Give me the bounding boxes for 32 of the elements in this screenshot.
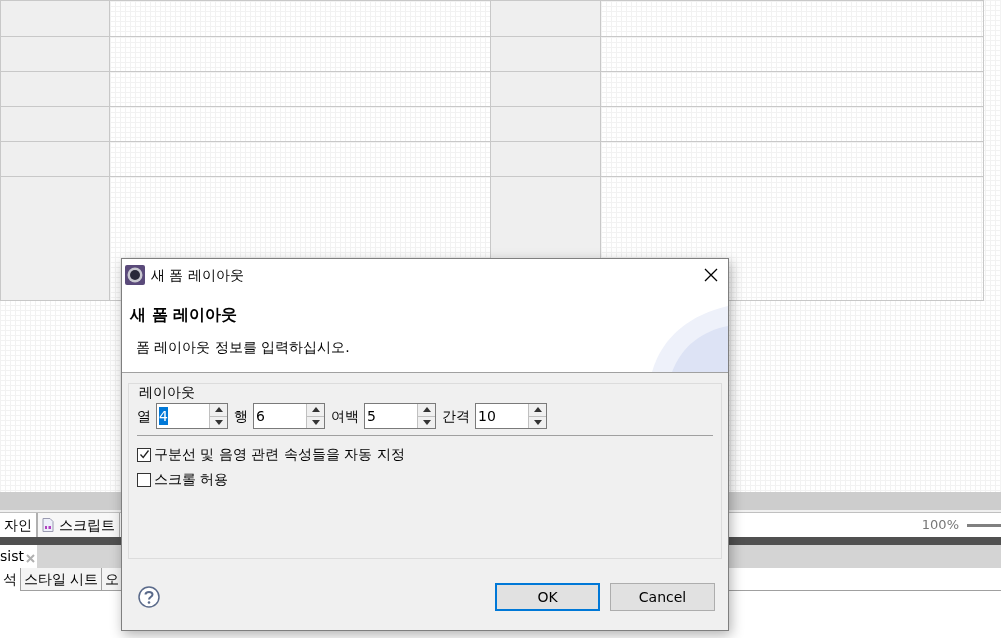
zoom-reading: 100% [921,516,959,535]
spinner-label: 열 [137,406,151,426]
sub-tab[interactable]: 스타일 시트 [21,568,103,591]
dialog-button[interactable]: OK [495,583,600,611]
checkbox[interactable] [137,447,151,462]
number-spinner[interactable]: 10 [475,403,547,429]
script-file-icon [42,518,54,532]
checkbox-label: 구분선 및 음영 관련 속성들을 자동 지정 [154,445,405,464]
sub-tab[interactable]: 오 [102,568,124,591]
window-title: 새 폼 레이아웃 [151,265,245,285]
header-title: 새 폼 레이아웃 [130,304,239,326]
editor-tab[interactable]: 스크립트 [37,513,120,537]
spinner-value: 10 [478,407,496,425]
zoom-line [967,523,1001,527]
checkbox[interactable] [137,472,151,487]
header-message: 폼 레이아웃 정보를 입력하십시오. [135,338,351,357]
spinner-value: 5 [367,407,376,425]
checkbox-label: 스크롤 허용 [154,470,229,489]
dialog-button[interactable]: Cancel [610,583,715,611]
number-spinner[interactable]: 5 [364,403,436,429]
close-icon[interactable] [704,268,718,282]
spinner-label: 간격 [442,406,470,426]
number-spinner[interactable]: 6 [253,403,325,429]
spinner-label: 행 [234,406,248,426]
panel-tab[interactable]: sist [0,545,37,568]
spinner-value: 4 [159,407,168,425]
group-label: 레이아웃 [138,383,196,401]
spinner-label: 여백 [331,406,359,426]
spinner-value: 6 [256,407,265,425]
help-icon[interactable] [138,586,160,608]
number-spinner[interactable]: 4 [156,403,228,429]
sub-tab[interactable]: 석 [0,568,21,591]
